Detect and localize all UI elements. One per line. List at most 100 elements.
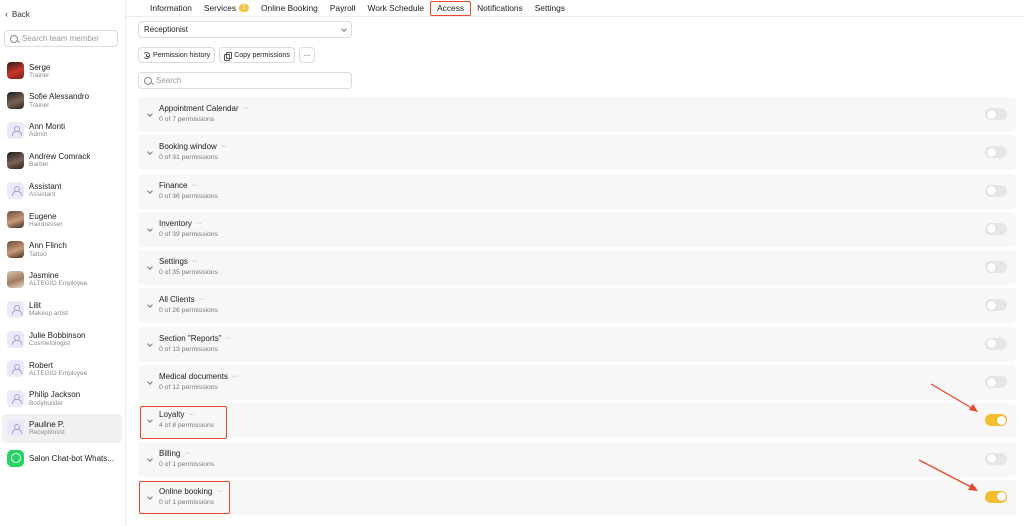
back-link[interactable]: ‹ Back [5, 9, 30, 19]
section-title-row: Section "Reports" ··· [159, 334, 232, 343]
tab-services[interactable]: Services 1 [198, 1, 255, 16]
user-icon [11, 364, 22, 375]
team-member-item[interactable]: Salon Chat-bot Whats... [2, 443, 122, 473]
member-text: Serge Trainer [29, 63, 50, 80]
team-member-item[interactable]: Ann Monti Admin [2, 116, 122, 146]
avatar [7, 211, 24, 229]
tab-label: Payroll [329, 3, 356, 13]
section-toggle[interactable] [985, 261, 1007, 274]
section-toggle[interactable] [985, 108, 1007, 120]
section-toggle[interactable] [985, 222, 1007, 235]
more-dots-icon[interactable]: ··· [191, 182, 197, 189]
tab-label: Access [437, 3, 465, 13]
permission-search-field[interactable] [138, 72, 352, 89]
permission-section[interactable]: Online booking ··· 0 of 1 permissions [138, 479, 1016, 515]
team-member-item[interactable]: Sofie Alessandro Trainer [2, 86, 122, 116]
member-name: Robert [29, 360, 54, 370]
tab-label: Online Booking [261, 3, 318, 13]
more-dots-icon[interactable]: ··· [196, 220, 202, 227]
section-text: Booking window ··· 0 of 31 permissions [159, 142, 227, 161]
chevron-down-icon[interactable] [147, 111, 153, 117]
team-member-item[interactable]: Eugene Hairdresser [2, 205, 122, 235]
permission-section[interactable]: Section "Reports" ··· 0 of 13 permissions [138, 326, 1016, 362]
permission-section[interactable]: Finance ··· 0 of 36 permissions [138, 173, 1016, 209]
tab-payroll[interactable]: Payroll [324, 1, 362, 16]
section-title-row: Settings ··· [159, 257, 218, 266]
more-dots-icon[interactable]: ··· [232, 373, 238, 380]
member-name: Pauline P. [29, 420, 65, 430]
section-toggle[interactable] [985, 184, 1007, 197]
member-role: ALTEGIO Employee [29, 369, 88, 377]
section-title: Medical documents [159, 372, 228, 382]
section-toggle[interactable] [985, 146, 1007, 159]
chevron-down-icon[interactable] [147, 417, 153, 424]
member-text: Philip Jackson Bodybuilder [29, 390, 80, 407]
member-text: Pauline P. Receptionist [29, 420, 65, 437]
section-permission-count: 0 of 1 permissions [159, 498, 215, 506]
team-member-item[interactable]: Robert ALTEGIO Employee [2, 354, 122, 384]
section-permission-count: 0 of 36 permissions [159, 192, 218, 200]
more-dots-icon[interactable]: ··· [192, 258, 198, 265]
more-dots-icon[interactable]: ··· [199, 296, 205, 303]
chevron-down-icon[interactable] [147, 226, 153, 232]
tab-online-booking[interactable]: Online Booking [255, 1, 324, 16]
search-icon [10, 34, 18, 43]
permission-section[interactable]: Billing ··· 0 of 1 permissions [138, 441, 1016, 477]
team-member-item[interactable]: Jasmine ALTEGIO Employee [2, 265, 122, 295]
section-toggle[interactable] [985, 376, 1007, 389]
avatar [7, 62, 24, 80]
more-dots-icon[interactable]: ··· [226, 335, 232, 342]
permission-section[interactable]: Appointment Calendar ··· 0 of 7 permission… [138, 97, 1016, 132]
section-toggle[interactable] [985, 452, 1007, 465]
permission-history-button[interactable]: Permission history [138, 47, 216, 63]
team-member-item[interactable]: Ann Flinch Tattoo [2, 235, 122, 265]
permission-section[interactable]: Settings ··· 0 of 35 permissions [138, 250, 1016, 286]
chevron-down-icon[interactable] [147, 264, 153, 271]
section-toggle[interactable] [985, 490, 1007, 503]
chevron-down-icon[interactable] [147, 149, 153, 156]
permission-section[interactable]: Inventory ··· 0 of 39 permissions [138, 211, 1016, 247]
team-member-item[interactable]: Lilit Makeup artist [2, 294, 122, 324]
tab-settings[interactable]: Settings [529, 1, 571, 16]
permission-section[interactable]: All Clients ··· 0 of 26 permissions [138, 288, 1016, 324]
role-select[interactable]: Receptionist [138, 21, 352, 38]
more-dots-icon[interactable]: ··· [243, 105, 249, 112]
chevron-down-icon[interactable] [147, 340, 153, 347]
tab-access[interactable]: Access [430, 0, 472, 16]
tab-work-schedule[interactable]: Work Schedule [361, 1, 430, 16]
more-dots-icon[interactable]: ··· [188, 411, 194, 418]
team-member-item[interactable]: Julie Bobbinson Cosmetologist [2, 324, 122, 354]
team-search-input[interactable] [22, 34, 117, 43]
more-dots-icon[interactable]: ··· [221, 143, 227, 150]
permission-section[interactable]: Loyalty ··· 4 of 8 permissions [138, 403, 1016, 439]
more-actions-button[interactable]: ··· [298, 47, 315, 63]
chevron-down-icon[interactable] [147, 379, 153, 385]
chevron-down-icon[interactable] [147, 494, 153, 500]
permission-search-input[interactable] [156, 76, 346, 85]
chevron-down-icon[interactable] [147, 455, 153, 462]
member-role: Receptionist [29, 429, 65, 437]
member-name: Eugene [29, 211, 57, 221]
member-role: Admin [29, 131, 48, 139]
member-name: Serge [29, 62, 51, 72]
section-toggle[interactable] [985, 299, 1007, 312]
more-dots-icon[interactable]: ··· [216, 488, 222, 495]
avatar-placeholder-icon [7, 300, 24, 318]
permission-section[interactable]: Medical documents ··· 0 of 12 permissions [138, 365, 1016, 401]
section-toggle[interactable] [985, 414, 1007, 427]
chevron-down-icon[interactable] [147, 302, 153, 309]
tab-notifications[interactable]: Notifications [471, 1, 529, 16]
section-toggle[interactable] [985, 337, 1007, 350]
team-member-item[interactable]: Assistant Assistant [2, 175, 122, 205]
team-member-item[interactable]: Pauline P. Receptionist [2, 413, 122, 444]
tab-information[interactable]: Information [144, 1, 198, 16]
chevron-down-icon[interactable] [147, 187, 153, 194]
team-member-item[interactable]: Philip Jackson Bodybuilder [2, 384, 122, 414]
team-member-item[interactable]: Andrew Comrack Barber [2, 145, 122, 175]
team-search-field[interactable] [4, 30, 118, 47]
more-dots-icon[interactable]: ··· [184, 450, 190, 457]
member-name: Andrew Comrack [29, 151, 91, 161]
permission-section[interactable]: Booking window ··· 0 of 31 permissions [138, 135, 1016, 171]
copy-permissions-button[interactable]: Copy permissions [219, 47, 295, 63]
team-member-item[interactable]: Serge Trainer [2, 56, 122, 86]
